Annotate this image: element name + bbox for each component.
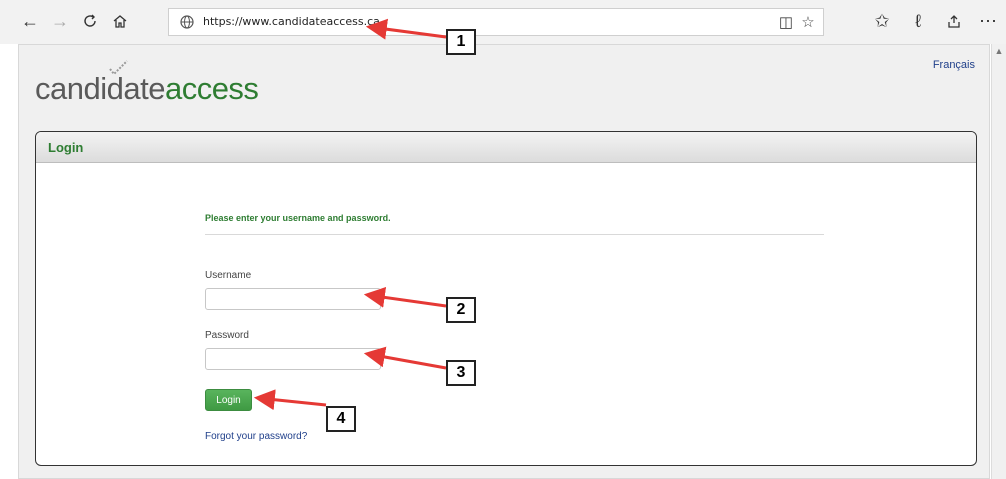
pen-notes-icon[interactable]: ℓ	[906, 9, 930, 33]
forgot-password-link[interactable]: Forgot your password?	[205, 431, 307, 442]
refresh-icon[interactable]	[78, 9, 102, 33]
callout-3: 3	[446, 360, 476, 386]
username-label: Username	[205, 270, 252, 281]
password-label: Password	[205, 330, 249, 341]
back-arrow-icon[interactable]: ←	[18, 9, 42, 33]
favorite-star-icon[interactable]: ☆	[799, 13, 817, 31]
logo-part-access: access	[164, 71, 259, 106]
address-bar-url: https://www.candidateaccess.ca	[203, 15, 380, 28]
vertical-scrollbar[interactable]: ▲	[991, 44, 1006, 479]
globe-icon	[180, 15, 194, 29]
logo-part-candidate: candidate	[35, 71, 165, 106]
checkmark-icon	[109, 60, 128, 76]
page-viewport: candidateaccess Français Login Please en…	[18, 44, 990, 479]
panel-title: Login	[48, 140, 84, 155]
password-input[interactable]	[205, 348, 381, 370]
browser-toolbar: ← → https://www.candidateaccess.ca ◫ ☆ ✩…	[0, 0, 1006, 44]
login-panel-header	[36, 132, 976, 163]
callout-4: 4	[326, 406, 356, 432]
scroll-up-icon[interactable]: ▲	[992, 46, 1006, 58]
reading-view-icon[interactable]: ◫	[777, 13, 795, 31]
favorites-list-icon[interactable]: ✩	[870, 9, 894, 33]
francais-link[interactable]: Français	[933, 59, 975, 71]
login-button[interactable]: Login	[205, 389, 252, 411]
login-panel: Login Please enter your username and pas…	[35, 131, 977, 466]
forward-arrow-icon[interactable]: →	[48, 9, 72, 33]
login-instruction: Please enter your username and password.	[205, 213, 391, 223]
username-input[interactable]	[205, 288, 381, 310]
address-bar[interactable]: https://www.candidateaccess.ca ◫ ☆	[168, 8, 824, 36]
divider	[205, 234, 824, 235]
callout-1: 1	[446, 29, 476, 55]
share-icon[interactable]	[942, 9, 966, 33]
home-icon[interactable]	[108, 9, 132, 33]
more-options-icon[interactable]: ⋯	[976, 9, 1000, 33]
callout-2: 2	[446, 297, 476, 323]
candidateaccess-logo: candidateaccess	[35, 60, 259, 107]
